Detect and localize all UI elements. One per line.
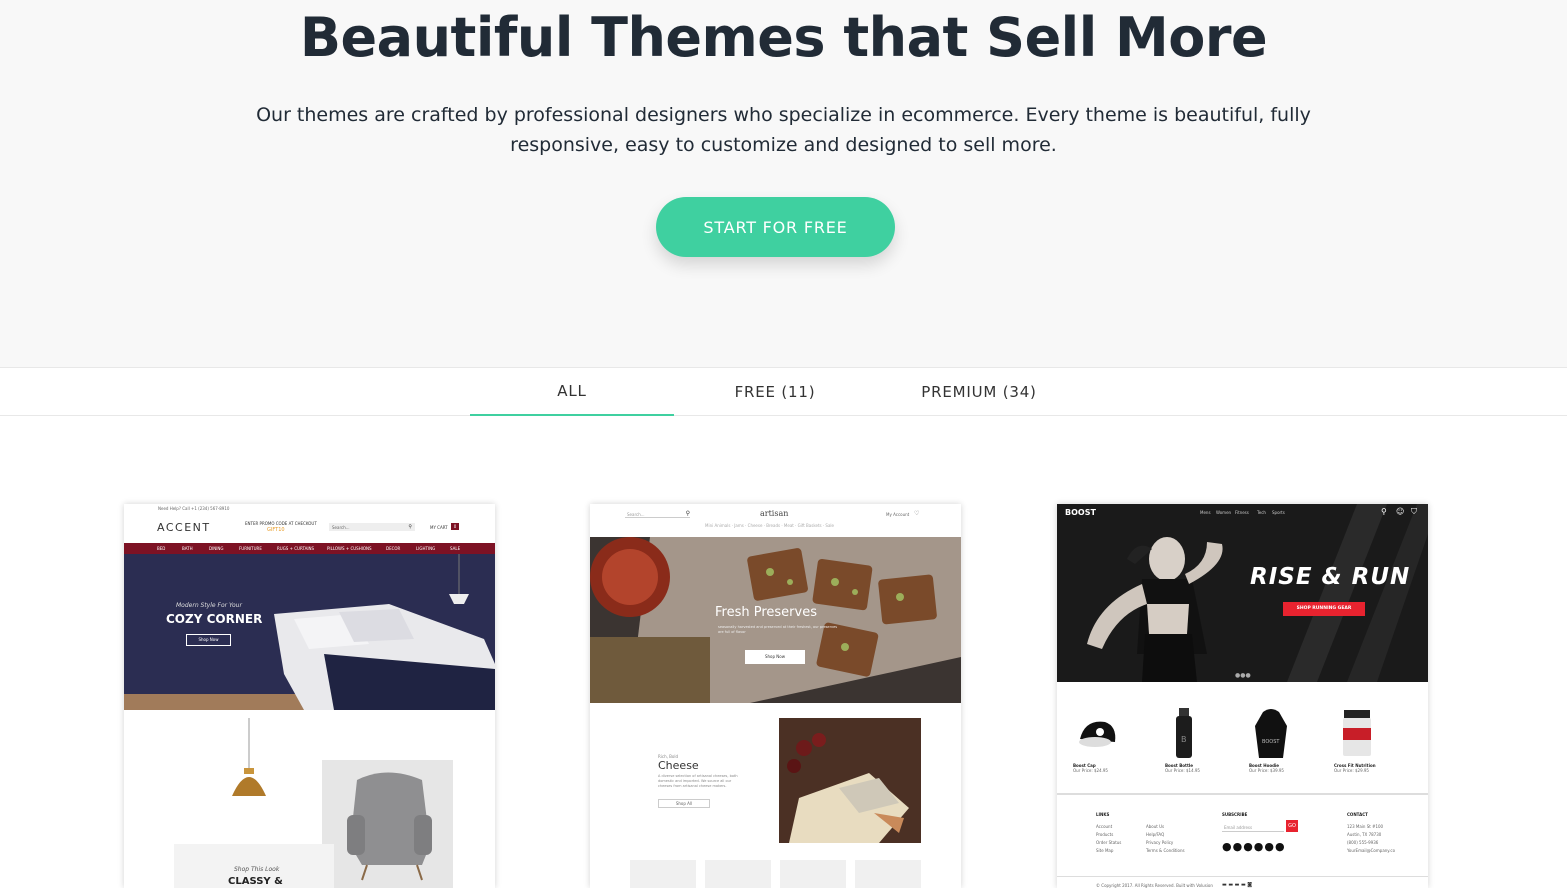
start-for-free-button[interactable]: START FOR FREE <box>656 197 895 257</box>
artisan-account[interactable]: My Account <box>886 512 909 517</box>
divider <box>1057 793 1428 795</box>
payment-icons: ▬ ▬ ▬ ▬ ◙ <box>1222 882 1253 888</box>
carousel-dots[interactable]: ●●● <box>1235 672 1251 679</box>
nutrition-tub-image <box>1343 710 1371 756</box>
artisan-product-tile[interactable] <box>705 860 771 888</box>
artisan-search-input[interactable]: Search... ⚲ <box>625 510 690 518</box>
artisan-nav: Mini Animals · Jams · Cheese · Breads · … <box>705 523 834 528</box>
search-icon: ⚲ <box>408 524 412 530</box>
theme-card-artisan[interactable]: Search... ⚲ artisan Mini Animals · Jams … <box>590 504 961 888</box>
product-price: Our Price: $24.95 <box>1073 768 1108 773</box>
accent-hero-image: Modern Style For Your COZY CORNER Shop N… <box>124 554 495 710</box>
boost-logo: BOOST <box>1065 508 1096 517</box>
svg-text:B: B <box>1181 735 1187 744</box>
product-price: Our Price: $29.95 <box>1334 768 1369 773</box>
accent-hero-title: COZY CORNER <box>166 612 263 626</box>
page-title: Beautiful Themes that Sell More <box>299 6 1268 69</box>
accent-search-input[interactable]: Search... ⚲ <box>329 523 415 531</box>
footer-links-heading: LINKS <box>1096 812 1110 817</box>
boost-cap-image <box>1079 721 1116 747</box>
tab-premium[interactable]: PREMIUM (34) <box>877 368 1081 416</box>
boost-hoodie-image: BOOST <box>1255 709 1287 758</box>
footer-links[interactable]: About Us Help/FAQ Privacy Policy Terms &… <box>1146 823 1185 855</box>
cart-icon[interactable]: 0 <box>451 523 459 530</box>
footer-contact-heading: CONTACT <box>1347 812 1368 817</box>
artisan-product-tile[interactable] <box>780 860 846 888</box>
artisan-feature-text: A diverse selection of artisanal cheeses… <box>658 774 738 788</box>
hero-section: Beautiful Themes that Sell More Our them… <box>0 0 1567 367</box>
footer-copyright: © Copyright 2017. All Rights Reserved. B… <box>1096 883 1213 888</box>
theme-filter-tabs: ALL FREE (11) PREMIUM (34) <box>0 367 1567 416</box>
artisan-shop-all-button[interactable]: Shop All <box>658 799 710 808</box>
shop-running-gear-button[interactable]: SHOP RUNNING GEAR <box>1283 602 1365 616</box>
theme-card-boost[interactable]: BOOST Mens Women Fitness Tech Sports ⚲ ☺… <box>1057 504 1428 888</box>
boost-hero-image: BOOST Mens Women Fitness Tech Sports ⚲ ☺… <box>1057 504 1428 682</box>
footer-go-button[interactable]: GO <box>1286 820 1298 832</box>
artisan-shop-now-button[interactable]: Shop Now <box>745 650 805 664</box>
footer-links[interactable]: Account Products Order Status Site Map <box>1096 823 1121 855</box>
artisan-hero-title: Fresh Preserves <box>715 605 817 620</box>
accent-logo: ACCENT <box>157 521 211 534</box>
divider <box>1057 876 1428 877</box>
boost-bottle-image: B <box>1176 708 1192 758</box>
accent-hero-kicker: Modern Style For Your <box>176 602 242 609</box>
accent-help-text: Need Help? Call +1 (234) 567-8910 <box>158 506 230 511</box>
search-icon: ⚲ <box>685 510 690 517</box>
search-icon[interactable]: ⚲ <box>1381 507 1387 516</box>
product-price: Our Price: $14.95 <box>1165 768 1200 773</box>
footer-subscribe-heading: SUBSCRIBE <box>1222 812 1248 817</box>
bed-image <box>124 554 495 710</box>
boost-hero-title: RISE & RUN <box>1250 564 1411 590</box>
tab-all[interactable]: ALL <box>470 368 674 416</box>
social-icons[interactable]: ●●●●●● <box>1222 840 1286 853</box>
accent-promo: ENTER PROMO CODE AT CHECKOUT <box>245 521 317 526</box>
theme-card-accent[interactable]: Need Help? Call +1 (234) 567-8910 ACCENT… <box>124 504 495 888</box>
artisan-product-tile[interactable] <box>855 860 921 888</box>
accent-nav-bar: BED BATH DINING FURNITURE RUGS + CURTAIN… <box>124 543 495 554</box>
pendant-lamp-image <box>232 718 266 796</box>
accent-promo-code: GIFT10 <box>267 527 285 533</box>
accent-shop-now-button[interactable]: Shop Now <box>186 634 231 646</box>
heart-icon[interactable]: ♡ <box>914 510 919 517</box>
shop-look-panel: Shop This Look CLASSY & <box>174 844 334 888</box>
artisan-product-tile[interactable] <box>630 860 696 888</box>
artisan-logo: artisan <box>760 509 789 518</box>
artisan-feature-title: Cheese <box>658 759 699 772</box>
product-price: Our Price: $39.95 <box>1249 768 1284 773</box>
cheese-image <box>779 718 921 843</box>
tab-free[interactable]: FREE (11) <box>673 368 877 416</box>
footer-email-input[interactable]: Email address <box>1222 822 1284 832</box>
user-icon[interactable]: ☺ <box>1396 507 1404 516</box>
accent-cart-label[interactable]: MY CART <box>430 525 448 530</box>
footer-contact-details: 123 Main St #100 Austin, TX 78730 (800) … <box>1347 824 1396 853</box>
armchair-image <box>322 760 453 888</box>
artisan-hero-image: Fresh Preserves seasonally harvested and… <box>590 537 961 703</box>
artisan-hero-text: seasonally harvested and preserved at th… <box>718 625 838 634</box>
hero-subtitle: Our themes are crafted by professional d… <box>256 104 1311 156</box>
svg-text:BOOST: BOOST <box>1262 739 1280 745</box>
cart-icon[interactable]: ⛉ <box>1411 507 1417 517</box>
